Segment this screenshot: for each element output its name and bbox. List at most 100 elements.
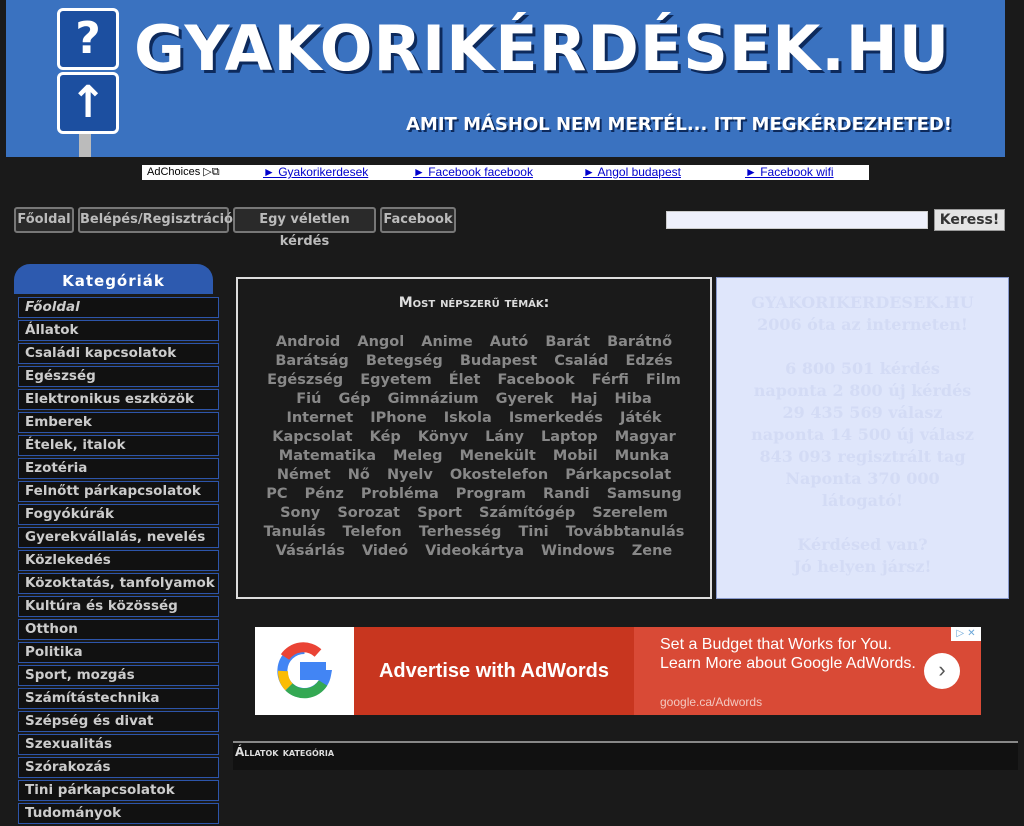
category-item[interactable]: Főoldal (18, 297, 219, 318)
ad-headline[interactable]: Advertise with AdWords (354, 627, 634, 715)
topic-link[interactable]: Videó (362, 542, 408, 561)
topic-link[interactable]: Telefon (343, 523, 402, 542)
topic-link[interactable]: Kapcsolat (272, 428, 352, 447)
topic-link[interactable]: Menekült (460, 447, 536, 466)
topic-link[interactable]: Randi (543, 485, 590, 504)
ad-link-gyakorikerdesek[interactable]: ► Gyakorikerdesek (263, 165, 368, 180)
topic-link[interactable]: Angol (357, 333, 404, 352)
site-banner[interactable]: ? ↑ GYAKORIKÉRDÉSEK.HU AMIT MÁSHOL NEM M… (6, 0, 1005, 157)
topic-link[interactable]: Mobil (553, 447, 598, 466)
topic-link[interactable]: Gép (338, 390, 370, 409)
category-item[interactable]: Tudományok (18, 803, 219, 824)
topic-link[interactable]: Iskola (444, 409, 492, 428)
topic-link[interactable]: Sport (417, 504, 462, 523)
topic-link[interactable]: Nyelv (387, 466, 433, 485)
topic-link[interactable]: Internet (286, 409, 353, 428)
topic-link[interactable]: Okostelefon (450, 466, 548, 485)
category-item[interactable]: Elektronikus eszközök (18, 389, 219, 410)
category-item[interactable]: Sport, mozgás (18, 665, 219, 686)
topic-link[interactable]: Számítógép (479, 504, 575, 523)
topic-link[interactable]: Vásárlás (276, 542, 345, 561)
topic-link[interactable]: Matematika (279, 447, 376, 466)
category-item[interactable]: Állatok (18, 320, 219, 341)
topic-link[interactable]: Férfi (592, 371, 629, 390)
category-item[interactable]: Családi kapcsolatok (18, 343, 219, 364)
category-item[interactable]: Otthon (18, 619, 219, 640)
topic-link[interactable]: Terhesség (419, 523, 502, 542)
topic-link[interactable]: Autó (490, 333, 528, 352)
category-item[interactable]: Kultúra és közösség (18, 596, 219, 617)
topic-link[interactable]: Barátság (275, 352, 349, 371)
topic-link[interactable]: Magyar (615, 428, 676, 447)
category-item[interactable]: Egészség (18, 366, 219, 387)
topic-link[interactable]: Facebook (497, 371, 574, 390)
adchoices-label[interactable]: AdChoices ▷⧉ (147, 165, 220, 180)
topic-link[interactable]: Betegség (366, 352, 443, 371)
ad-link-facebook-facebook[interactable]: ► Facebook facebook (413, 165, 533, 180)
category-item[interactable]: Politika (18, 642, 219, 663)
search-button[interactable]: Keress! (934, 209, 1005, 231)
topic-link[interactable]: Windows (541, 542, 615, 561)
topic-link[interactable]: Sorozat (337, 504, 400, 523)
chevron-right-icon[interactable]: › (924, 653, 960, 689)
topic-link[interactable]: PC (266, 485, 287, 504)
topic-link[interactable]: Nő (348, 466, 370, 485)
topic-link[interactable]: Budapest (460, 352, 537, 371)
topic-link[interactable]: Program (456, 485, 526, 504)
category-item[interactable]: Fogyókúrák (18, 504, 219, 525)
topic-link[interactable]: Film (646, 371, 681, 390)
category-item[interactable]: Számítástechnika (18, 688, 219, 709)
nav-login-button[interactable]: Belépés/Regisztráció (78, 207, 233, 233)
topic-link[interactable]: Haj (571, 390, 598, 409)
topic-link[interactable]: Gyerek (496, 390, 554, 409)
topic-link[interactable]: Tini (518, 523, 548, 542)
topic-link[interactable]: Zene (632, 542, 673, 561)
category-item[interactable]: Emberek (18, 412, 219, 433)
topic-link[interactable]: Család (554, 352, 608, 371)
topic-link[interactable]: Android (276, 333, 340, 352)
topic-link[interactable]: Hiba (615, 390, 652, 409)
topic-link[interactable]: Ismerkedés (509, 409, 603, 428)
topic-link[interactable]: IPhone (370, 409, 426, 428)
ad-link-angol-budapest[interactable]: ► Angol budapest (583, 165, 681, 180)
topic-link[interactable]: Fiú (296, 390, 321, 409)
topic-link[interactable]: Könyv (418, 428, 468, 447)
topic-link[interactable]: Laptop (541, 428, 598, 447)
category-item[interactable]: Ételek, italok (18, 435, 219, 456)
category-item[interactable]: Szépség és divat (18, 711, 219, 732)
category-item[interactable]: Szexualitás (18, 734, 219, 755)
topic-link[interactable]: Sony (280, 504, 320, 523)
topic-link[interactable]: Továbbtanulás (566, 523, 685, 542)
nav-facebook-button[interactable]: Facebook (380, 207, 456, 233)
category-preview-question[interactable] (323, 761, 953, 771)
nav-home-button[interactable]: Főoldal (14, 207, 74, 233)
topic-link[interactable]: Élet (449, 371, 481, 390)
ad-link-facebook-wifi[interactable]: ► Facebook wifi (745, 165, 834, 180)
search-input[interactable] (666, 211, 928, 229)
topic-link[interactable]: Párkapcsolat (565, 466, 671, 485)
topic-link[interactable]: Tanulás (264, 523, 326, 542)
topic-link[interactable]: Egészség (267, 371, 343, 390)
ad-url[interactable]: google.ca/Adwords (660, 695, 762, 709)
topic-link[interactable]: Barátnő (607, 333, 672, 352)
site-title[interactable]: GYAKORIKÉRDÉSEK.HU (134, 12, 994, 85)
topic-link[interactable]: Probléma (361, 485, 439, 504)
category-item[interactable]: Közlekedés (18, 550, 219, 571)
topic-link[interactable]: Samsung (607, 485, 682, 504)
adwords-banner[interactable]: Advertise with AdWords Set a Budget that… (255, 627, 981, 715)
ad-info-close-icon[interactable]: ▷ ✕ (951, 627, 981, 641)
nav-random-question-button[interactable]: Egy véletlen kérdés (233, 207, 376, 249)
topic-link[interactable]: Anime (421, 333, 472, 352)
category-item[interactable]: Gyerekvállalás, nevelés (18, 527, 219, 548)
topic-link[interactable]: Gimnázium (388, 390, 479, 409)
topic-link[interactable]: Pénz (305, 485, 344, 504)
topic-link[interactable]: Edzés (625, 352, 672, 371)
category-item[interactable]: Tini párkapcsolatok (18, 780, 219, 801)
ad-body-area[interactable]: Set a Budget that Works for You. Learn M… (634, 627, 981, 715)
topic-link[interactable]: Egyetem (360, 371, 431, 390)
topic-link[interactable]: Videokártya (425, 542, 524, 561)
category-item[interactable]: Közoktatás, tanfolyamok (18, 573, 219, 594)
topic-link[interactable]: Német (277, 466, 331, 485)
category-item[interactable]: Ezotéria (18, 458, 219, 479)
category-item[interactable]: Felnőtt párkapcsolatok (18, 481, 219, 502)
